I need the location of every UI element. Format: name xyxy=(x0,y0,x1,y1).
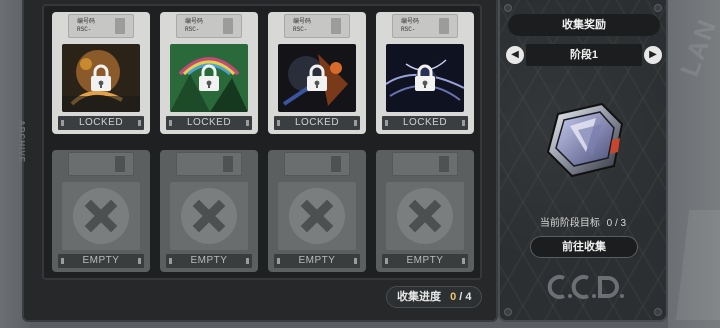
disk-slot-5[interactable]: EMPTY xyxy=(52,150,150,272)
stage-target-label: 当前阶段目标 xyxy=(539,218,600,229)
lock-icon xyxy=(199,64,219,91)
disk-code: 编号码 RSC- xyxy=(185,18,204,33)
disk-status: EMPTY xyxy=(166,254,252,268)
reward-panel: 收集奖励 ◀ 阶段1 ▶ 当前阶段目标 0 / 3 前往收集 xyxy=(498,0,668,322)
progress-total: 4 xyxy=(465,291,472,303)
lock-icon xyxy=(91,64,111,91)
stage-target: 当前阶段目标 0 / 3 xyxy=(500,214,666,229)
disk-status: EMPTY xyxy=(58,254,144,268)
disk-cover xyxy=(62,182,140,250)
lock-icon xyxy=(415,64,435,91)
disk-slot-7[interactable]: EMPTY xyxy=(268,150,366,272)
empty-slot-icon xyxy=(181,188,237,244)
disk-status: LOCKED xyxy=(274,116,360,130)
background-watermark: LAN xyxy=(674,14,720,81)
disk-status: EMPTY xyxy=(274,254,360,268)
lock-icon xyxy=(307,64,327,91)
disk-shutter xyxy=(284,152,350,176)
stage-target-value: 0 / 3 xyxy=(606,218,627,229)
archive-side-label: ARCHIVE xyxy=(17,120,26,164)
goto-collect-button[interactable]: 前往收集 xyxy=(530,236,638,258)
disk-cover xyxy=(170,182,248,250)
empty-slot-icon xyxy=(73,188,129,244)
progress-label: 收集进度 xyxy=(397,291,441,303)
empty-slot-icon xyxy=(397,188,453,244)
ccd-logo xyxy=(547,275,624,299)
disk-slot-6[interactable]: EMPTY xyxy=(160,150,258,272)
progress-current: 0 xyxy=(450,291,457,303)
disk-status: LOCKED xyxy=(166,116,252,130)
chevron-right-icon[interactable]: ▶ xyxy=(644,46,662,64)
stage-selector: ◀ 阶段1 ▶ xyxy=(506,44,662,66)
disk-slot-8[interactable]: EMPTY xyxy=(376,150,474,272)
disk-code: 编号码 RSC- xyxy=(77,18,96,33)
disk-cover xyxy=(278,44,356,112)
background-right: LAN xyxy=(668,0,720,328)
collection-progress: 收集进度 0 / 4 xyxy=(386,286,482,308)
progress-separator: / xyxy=(459,291,463,303)
disk-cover xyxy=(278,182,356,250)
reward-title: 收集奖励 xyxy=(508,14,660,36)
disk-slot-1[interactable]: 编号码 RSC- LOCKED xyxy=(52,12,150,134)
disk-slot-3[interactable]: 编号码 RSC- LOCKED xyxy=(268,12,366,134)
disk-shutter xyxy=(68,152,134,176)
disk-slot-2[interactable]: 编号码 RSC- LOCKED xyxy=(160,12,258,134)
disk-cover xyxy=(62,44,140,112)
reward-item-icon xyxy=(546,102,624,178)
disk-status: LOCKED xyxy=(58,116,144,130)
disk-status: EMPTY xyxy=(382,254,468,268)
stage-label: 阶段1 xyxy=(526,44,642,66)
disk-cover xyxy=(386,44,464,112)
chevron-left-icon[interactable]: ◀ xyxy=(506,46,524,64)
disk-slot-4[interactable]: 编号码 RSC- LOCKED xyxy=(376,12,474,134)
archive-panel: ARCHIVE 编号码 RSC- LOCKED 编号码 RSC- LOCKED 编号码 RSC… xyxy=(17,0,498,322)
disk-shutter: 编号码 RSC- xyxy=(392,14,458,38)
disk-code: 编号码 RSC- xyxy=(401,18,420,33)
empty-slot-icon xyxy=(289,188,345,244)
disk-status: LOCKED xyxy=(382,116,468,130)
disk-shutter: 编号码 RSC- xyxy=(176,14,242,38)
disk-grid: 编号码 RSC- LOCKED 编号码 RSC- LOCKED 编号码 RSC- LOCKED 编… xyxy=(42,4,482,280)
disk-code: 编号码 RSC- xyxy=(293,18,312,33)
disk-shutter: 编号码 RSC- xyxy=(68,14,134,38)
disk-shutter xyxy=(392,152,458,176)
disk-cover xyxy=(386,182,464,250)
disk-shutter xyxy=(176,152,242,176)
disk-cover xyxy=(170,44,248,112)
disk-shutter: 编号码 RSC- xyxy=(284,14,350,38)
